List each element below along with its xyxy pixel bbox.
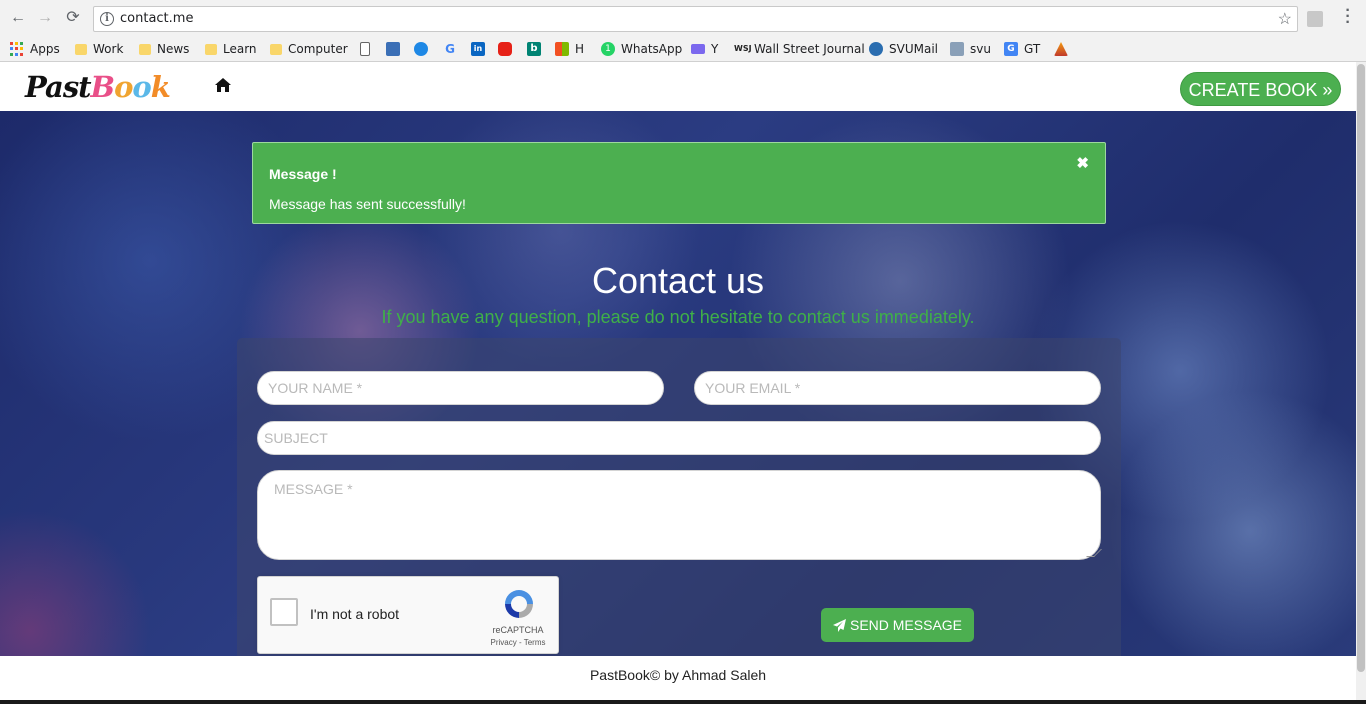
recaptcha-brand: reCAPTCHA — [492, 625, 544, 635]
message-textarea[interactable]: MESSAGE * — [257, 470, 1102, 560]
bing-icon: b — [527, 42, 541, 56]
alert-message: Message has sent successfully! — [269, 196, 466, 212]
bookmark-site[interactable] — [386, 40, 406, 58]
windows-icon — [555, 42, 569, 56]
youtube-icon — [498, 42, 512, 56]
linkedin-icon: in — [471, 42, 485, 56]
address-bar[interactable]: i contact.me ☆ — [93, 6, 1298, 32]
recaptcha-links[interactable]: Privacy - Terms — [480, 638, 556, 647]
apps-icon — [10, 42, 24, 56]
bookmark-learn[interactable]: Learn — [205, 40, 257, 58]
bookmark-h[interactable]: H — [555, 40, 584, 58]
email-input[interactable]: YOUR EMAIL * — [694, 371, 1101, 405]
recaptcha-checkbox[interactable] — [270, 598, 298, 626]
reload-icon[interactable]: ⟳ — [64, 9, 82, 27]
hero-section: Message ! Message has sent successfully!… — [0, 111, 1356, 668]
recaptcha-widget: I'm not a robot reCAPTCHA Privacy - Term… — [257, 576, 559, 654]
pma-icon — [1054, 42, 1068, 56]
bookmark-work[interactable]: Work — [75, 40, 123, 58]
bookmark-linkedin[interactable]: in — [471, 40, 491, 58]
bookmarks-bar: Apps Work News Learn Computer G in b H 1 — [0, 36, 1366, 62]
bookmark-svu[interactable]: svu — [950, 40, 991, 58]
translate-icon: G — [1004, 42, 1018, 56]
browser-toolbar: ← → ⟳ i contact.me ☆ · · · — [0, 0, 1366, 36]
info-icon[interactable]: i — [100, 12, 114, 26]
extension-icon[interactable] — [1307, 11, 1323, 27]
pastbook-logo[interactable]: PastBook — [25, 70, 171, 104]
bookmark-star-icon[interactable]: ☆ — [1278, 9, 1292, 29]
wsj-icon: WSJ — [734, 44, 752, 53]
folder-icon — [205, 43, 217, 55]
bookmark-gt[interactable]: G GT — [1004, 40, 1040, 58]
create-book-button[interactable]: CREATE BOOK » — [1180, 72, 1341, 106]
bookmark-y[interactable]: Y — [691, 40, 718, 58]
folder-icon — [139, 43, 151, 55]
bookmark-youtube[interactable] — [498, 40, 518, 58]
mail-icon — [691, 44, 705, 54]
recaptcha-label: I'm not a robot — [310, 606, 400, 622]
recaptcha-icon — [505, 590, 533, 618]
bookmark-google[interactable]: G — [443, 40, 463, 58]
bookmark-apps[interactable]: Apps — [10, 40, 60, 58]
page: PastBook CREATE BOOK » Message ! Message… — [0, 62, 1356, 704]
home-icon[interactable] — [215, 78, 231, 92]
svumail-icon — [869, 42, 883, 56]
contact-form: YOUR NAME * YOUR EMAIL * SUBJECT MESSAGE… — [237, 338, 1121, 668]
folder-icon — [270, 43, 282, 55]
bookmark-play[interactable] — [414, 40, 434, 58]
bookmark-svumail[interactable]: SVUMail — [869, 40, 938, 58]
back-arrow-icon[interactable]: ← — [9, 9, 27, 27]
bookmark-pma[interactable] — [1054, 40, 1074, 58]
close-icon[interactable]: ✖ — [1076, 154, 1089, 172]
whatsapp-icon: 1 — [601, 42, 615, 56]
address-url[interactable]: contact.me — [120, 11, 193, 26]
resize-handle[interactable] — [1086, 549, 1102, 557]
play-icon — [414, 42, 428, 56]
bookmark-news[interactable]: News — [139, 40, 189, 58]
bookmark-bing[interactable]: b — [527, 40, 547, 58]
site-footer: PastBook© by Ahmad Saleh — [0, 656, 1356, 704]
folder-icon — [75, 43, 87, 55]
browser-menu-icon[interactable]: · · · — [1342, 3, 1354, 31]
bookmark-page[interactable] — [360, 40, 376, 58]
alert-title: Message ! — [269, 166, 337, 182]
bookmark-whatsapp[interactable]: 1 WhatsApp — [601, 40, 682, 58]
scrollbar-thumb[interactable] — [1357, 64, 1365, 672]
scrollbar[interactable] — [1356, 62, 1366, 704]
svu-icon — [950, 42, 964, 56]
bookmark-wsj[interactable]: WSJ Wall Street Journal — [734, 40, 865, 58]
send-message-button[interactable]: SEND MESSAGE — [821, 608, 974, 642]
bookmark-icon — [386, 42, 400, 56]
page-icon — [360, 42, 370, 56]
footer-text: PastBook© by Ahmad Saleh — [589, 667, 767, 683]
name-input[interactable]: YOUR NAME * — [257, 371, 664, 405]
page-title: Contact us — [591, 260, 765, 301]
taskbar-edge — [0, 700, 1366, 704]
paper-plane-icon — [832, 619, 846, 632]
subject-input[interactable]: SUBJECT — [257, 421, 1101, 455]
bookmark-computer[interactable]: Computer — [270, 40, 348, 58]
site-header: PastBook CREATE BOOK » — [0, 62, 1356, 111]
page-subtitle: If you have any question, please do not … — [381, 307, 975, 327]
google-icon: G — [445, 42, 455, 56]
success-alert: Message ! Message has sent successfully!… — [252, 142, 1106, 224]
forward-arrow-icon[interactable]: → — [36, 9, 54, 27]
